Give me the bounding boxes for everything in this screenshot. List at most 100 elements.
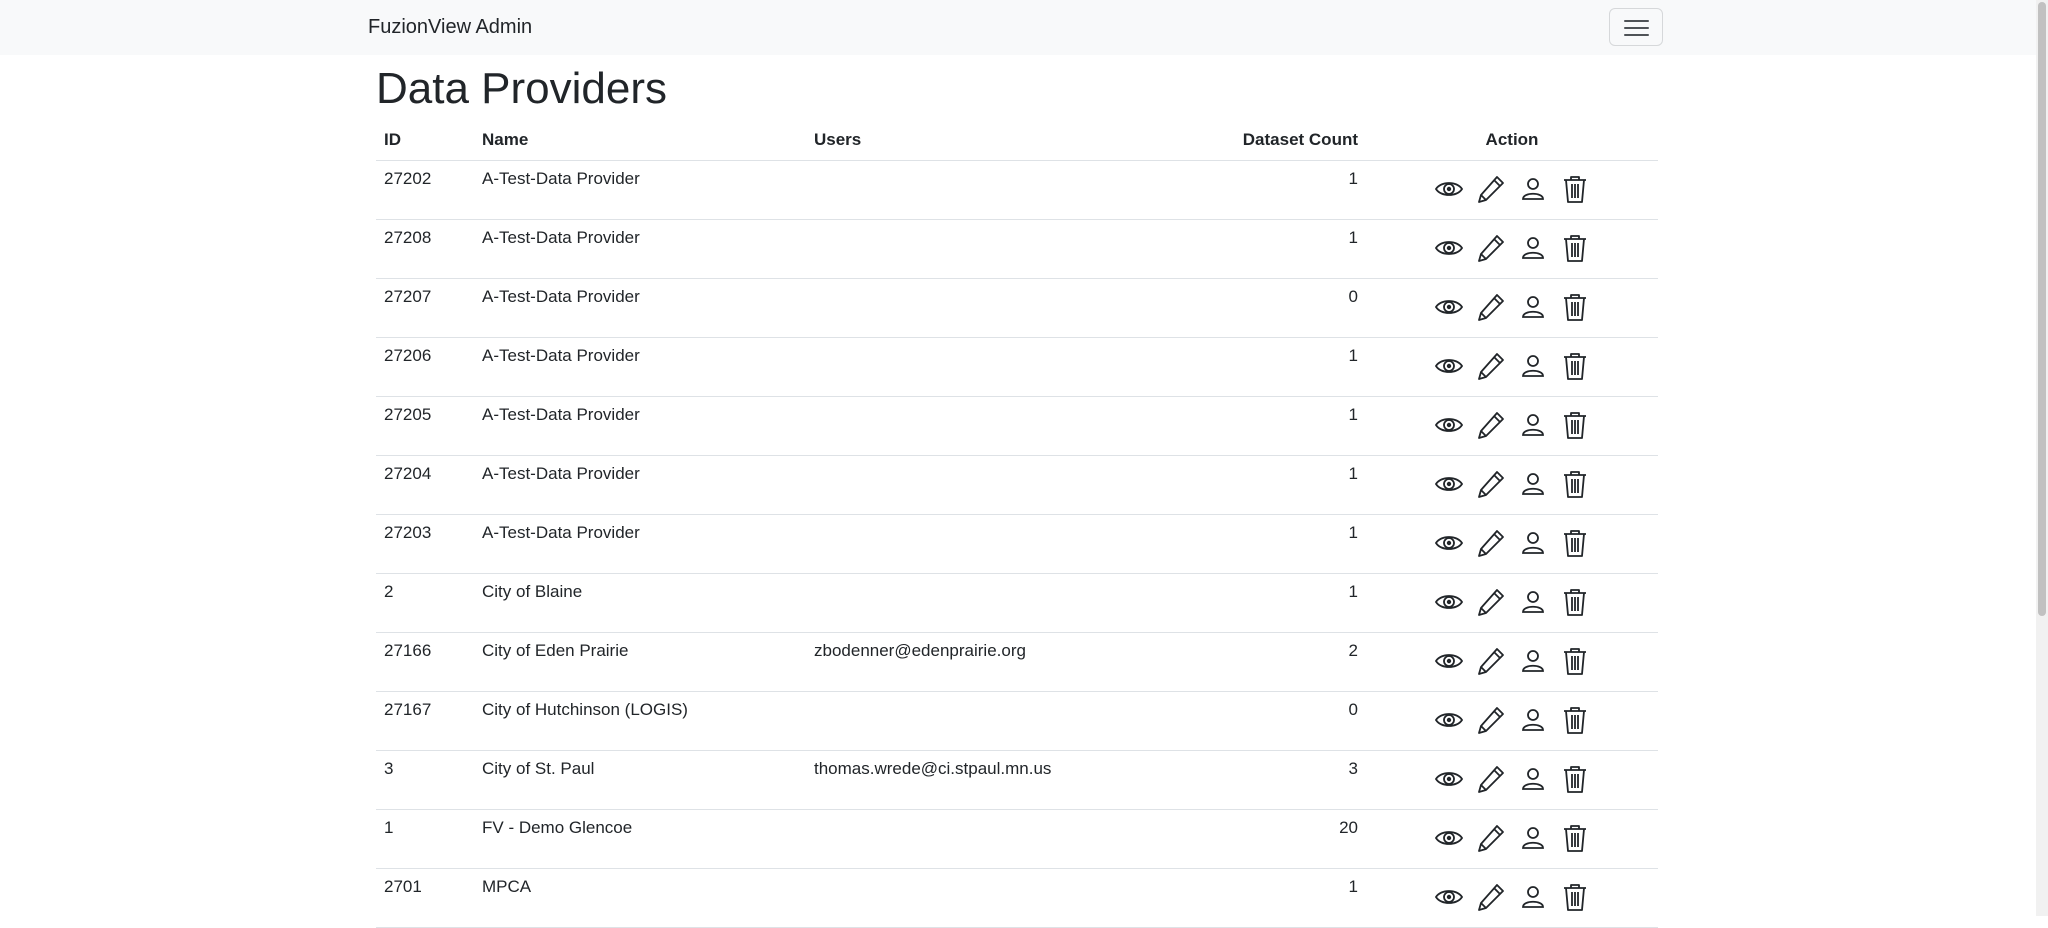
- cell-actions: [1366, 337, 1658, 397]
- users-button[interactable]: [1518, 173, 1548, 205]
- cell-name: City of Blaine: [474, 573, 806, 633]
- edit-button[interactable]: [1476, 822, 1506, 854]
- edit-button[interactable]: [1476, 409, 1506, 441]
- table-row: 27202 A-Test-Data Provider 1: [376, 160, 1658, 220]
- users-button[interactable]: [1518, 468, 1548, 500]
- table-row: 27167 City of Hutchinson (LOGIS) 0: [376, 691, 1658, 751]
- edit-button[interactable]: [1476, 881, 1506, 913]
- view-button[interactable]: [1434, 586, 1464, 618]
- delete-button[interactable]: [1560, 409, 1590, 441]
- cell-name: A-Test-Data Provider: [474, 160, 806, 220]
- eye-icon: [1434, 586, 1464, 618]
- view-button[interactable]: [1434, 350, 1464, 382]
- pencil-icon: [1476, 822, 1506, 854]
- page-scrollbar[interactable]: [2036, 0, 2048, 916]
- trash-icon: [1560, 881, 1590, 913]
- edit-button[interactable]: [1476, 468, 1506, 500]
- edit-button[interactable]: [1476, 232, 1506, 264]
- hamburger-icon: [1624, 20, 1649, 36]
- users-button[interactable]: [1518, 291, 1548, 323]
- brand-link[interactable]: FuzionView Admin: [368, 14, 532, 41]
- header-dataset-count: Dataset Count: [1226, 120, 1366, 161]
- eye-icon: [1434, 232, 1464, 264]
- pencil-icon: [1476, 409, 1506, 441]
- edit-button[interactable]: [1476, 350, 1506, 382]
- cell-dataset-count: 1: [1226, 455, 1366, 515]
- edit-button[interactable]: [1476, 645, 1506, 677]
- cell-users: [806, 691, 1226, 751]
- view-button[interactable]: [1434, 822, 1464, 854]
- cell-dataset-count: 1: [1226, 573, 1366, 633]
- users-button[interactable]: [1518, 822, 1548, 854]
- pencil-icon: [1476, 645, 1506, 677]
- eye-icon: [1434, 645, 1464, 677]
- view-button[interactable]: [1434, 232, 1464, 264]
- view-button[interactable]: [1434, 881, 1464, 913]
- view-button[interactable]: [1434, 645, 1464, 677]
- view-button[interactable]: [1434, 468, 1464, 500]
- trash-icon: [1560, 763, 1590, 795]
- table-row: 27206 A-Test-Data Provider 1: [376, 337, 1658, 397]
- users-button[interactable]: [1518, 704, 1548, 736]
- delete-button[interactable]: [1560, 822, 1590, 854]
- cell-id: 27202: [376, 160, 474, 220]
- delete-button[interactable]: [1560, 350, 1590, 382]
- view-button[interactable]: [1434, 704, 1464, 736]
- delete-button[interactable]: [1560, 704, 1590, 736]
- edit-button[interactable]: [1476, 586, 1506, 618]
- edit-button[interactable]: [1476, 763, 1506, 795]
- cell-users: [806, 278, 1226, 338]
- users-button[interactable]: [1518, 350, 1548, 382]
- table-row: 2 City of Blaine 1: [376, 573, 1658, 633]
- users-button[interactable]: [1518, 586, 1548, 618]
- edit-button[interactable]: [1476, 173, 1506, 205]
- users-button[interactable]: [1518, 527, 1548, 559]
- trash-icon: [1560, 527, 1590, 559]
- delete-button[interactable]: [1560, 232, 1590, 264]
- delete-button[interactable]: [1560, 527, 1590, 559]
- cell-users: thomas.wrede@ci.stpaul.mn.us: [806, 750, 1226, 810]
- view-button[interactable]: [1434, 173, 1464, 205]
- pencil-icon: [1476, 527, 1506, 559]
- pencil-icon: [1476, 350, 1506, 382]
- cell-actions: [1366, 868, 1658, 928]
- delete-button[interactable]: [1560, 645, 1590, 677]
- users-button[interactable]: [1518, 232, 1548, 264]
- edit-button[interactable]: [1476, 704, 1506, 736]
- person-icon: [1518, 881, 1548, 913]
- users-button[interactable]: [1518, 409, 1548, 441]
- cell-id: 27208: [376, 219, 474, 279]
- delete-button[interactable]: [1560, 173, 1590, 205]
- scrollbar-thumb[interactable]: [2038, 2, 2046, 616]
- cell-id: 27204: [376, 455, 474, 515]
- data-providers-table: ID Name Users Dataset Count Action 27202…: [376, 120, 1658, 928]
- eye-icon: [1434, 881, 1464, 913]
- view-button[interactable]: [1434, 291, 1464, 323]
- menu-toggle-button[interactable]: [1609, 8, 1663, 46]
- cell-id: 27206: [376, 337, 474, 397]
- users-button[interactable]: [1518, 645, 1548, 677]
- cell-dataset-count: 1: [1226, 160, 1366, 220]
- edit-button[interactable]: [1476, 291, 1506, 323]
- view-button[interactable]: [1434, 409, 1464, 441]
- delete-button[interactable]: [1560, 586, 1590, 618]
- users-button[interactable]: [1518, 881, 1548, 913]
- eye-icon: [1434, 350, 1464, 382]
- delete-button[interactable]: [1560, 881, 1590, 913]
- delete-button[interactable]: [1560, 763, 1590, 795]
- delete-button[interactable]: [1560, 468, 1590, 500]
- cell-name: A-Test-Data Provider: [474, 219, 806, 279]
- person-icon: [1518, 232, 1548, 264]
- pencil-icon: [1476, 704, 1506, 736]
- view-button[interactable]: [1434, 527, 1464, 559]
- table-row: 27205 A-Test-Data Provider 1: [376, 396, 1658, 456]
- trash-icon: [1560, 291, 1590, 323]
- delete-button[interactable]: [1560, 291, 1590, 323]
- person-icon: [1518, 527, 1548, 559]
- pencil-icon: [1476, 586, 1506, 618]
- cell-actions: [1366, 278, 1658, 338]
- cell-users: [806, 396, 1226, 456]
- view-button[interactable]: [1434, 763, 1464, 795]
- edit-button[interactable]: [1476, 527, 1506, 559]
- users-button[interactable]: [1518, 763, 1548, 795]
